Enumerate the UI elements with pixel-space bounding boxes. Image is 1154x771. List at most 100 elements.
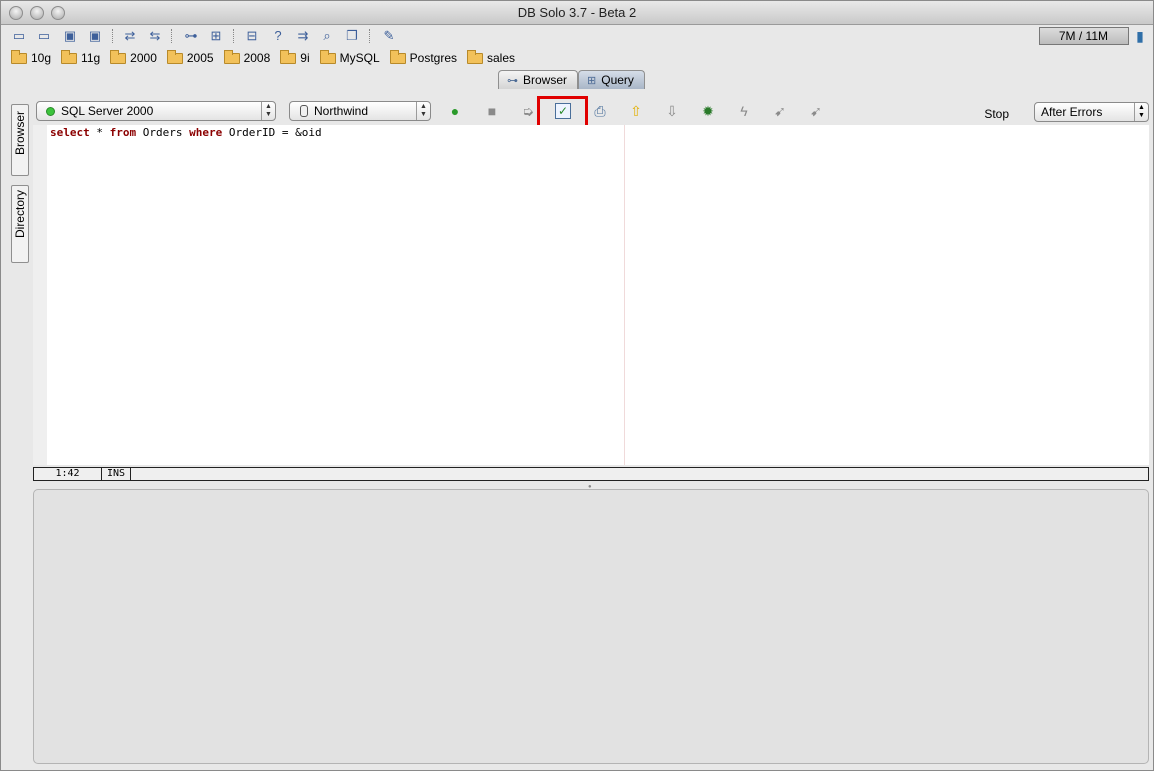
debug-icon[interactable]: ✹ bbox=[699, 102, 717, 120]
trash-icon[interactable]: ▮ bbox=[1133, 27, 1147, 45]
schema-icon[interactable]: ⊟ bbox=[244, 28, 260, 44]
tree-icon: ⊶ bbox=[507, 74, 518, 87]
connection-value: SQL Server 2000 bbox=[61, 104, 154, 118]
up-arrow-icon[interactable]: ⇧ bbox=[627, 102, 645, 120]
search-icon[interactable]: ⌕ bbox=[319, 28, 335, 44]
bookmark-item[interactable]: 2000 bbox=[110, 49, 157, 67]
flash-icon[interactable]: ϟ bbox=[735, 102, 753, 120]
export-icon[interactable]: ➭ bbox=[519, 102, 537, 120]
compare-icon[interactable]: ⇉ bbox=[295, 28, 311, 44]
sql-keyword: select bbox=[50, 126, 90, 139]
bookmark-label: 2000 bbox=[130, 51, 157, 65]
sql-keyword: from bbox=[109, 126, 137, 139]
tab-browser[interactable]: ⊶ Browser bbox=[498, 70, 579, 89]
open-recent-icon[interactable]: ▭ bbox=[36, 28, 52, 44]
bookmark-label: 2005 bbox=[186, 51, 214, 65]
query-panel: SQL Server 2000 ▲ ▼ Northwind ▲ ▼ ● ■ ➭ ✓ … bbox=[33, 96, 1149, 483]
side-tab-directory[interactable]: Directory bbox=[11, 185, 29, 263]
toolbar-separator bbox=[112, 29, 113, 43]
title-bar: DB Solo 3.7 - Beta 2 bbox=[1, 1, 1153, 25]
edit-icon[interactable]: ✎ bbox=[381, 28, 397, 44]
sql-fragment: * bbox=[89, 126, 110, 139]
chevron-updown-icon: ▲ ▼ bbox=[261, 102, 275, 120]
view-tabs: ⊶ Browser ⊞ Query bbox=[498, 70, 645, 89]
split-pane-divider[interactable]: ● bbox=[33, 484, 1149, 490]
app-window: DB Solo 3.7 - Beta 2 ▭ ▭ ▣ ▣ ⇄ ⇆ ⊶ ⊞ ⊟ ?… bbox=[0, 0, 1154, 771]
commit-icon[interactable]: ✓ bbox=[555, 103, 571, 119]
chevron-updown-icon: ▲ ▼ bbox=[416, 102, 430, 120]
bookmark-label: 10g bbox=[31, 51, 52, 65]
chevron-updown-icon: ▲ ▼ bbox=[1134, 103, 1148, 121]
margin-line bbox=[624, 125, 625, 465]
stop-label: Stop bbox=[984, 107, 1009, 121]
folder-icon bbox=[110, 49, 127, 64]
folder-icon bbox=[319, 49, 336, 64]
folder-icon bbox=[389, 49, 406, 64]
bookmark-label: Postgres bbox=[409, 51, 457, 65]
sql-fragment: Orders bbox=[136, 126, 190, 139]
bookmark-label: 11g bbox=[81, 51, 101, 65]
step-over-icon[interactable]: ➹ bbox=[807, 102, 825, 120]
save-all-icon[interactable]: ▣ bbox=[87, 28, 103, 44]
stop-icon[interactable]: ■ bbox=[483, 102, 501, 120]
toolbar-separator bbox=[233, 29, 234, 43]
side-tab-label: Browser bbox=[13, 111, 27, 156]
folder-icon bbox=[280, 49, 297, 64]
stop-mode-value: After Errors bbox=[1041, 105, 1103, 119]
folder-icon bbox=[166, 49, 183, 64]
side-tab-browser[interactable]: Browser bbox=[11, 104, 29, 176]
toolbar-separator bbox=[369, 29, 370, 43]
connection-select[interactable]: SQL Server 2000 ▲ ▼ bbox=[36, 101, 276, 121]
main-toolbar: ▭ ▭ ▣ ▣ ⇄ ⇆ ⊶ ⊞ ⊟ ? ⇉ ⌕ ❐ ✎ bbox=[1, 25, 1153, 47]
open-folder-icon[interactable]: ▭ bbox=[11, 28, 27, 44]
connect-icon[interactable]: ⇄ bbox=[122, 28, 138, 44]
toolbar-separator bbox=[171, 29, 172, 43]
sql-text[interactable]: select * from Orders where OrderID = &oi… bbox=[50, 126, 322, 139]
bookmark-label: 2008 bbox=[243, 51, 271, 65]
bookmark-label: 9i bbox=[300, 51, 310, 65]
database-value: Northwind bbox=[314, 104, 369, 118]
bookmark-item[interactable]: 11g bbox=[61, 49, 100, 67]
bookmark-item[interactable]: 9i bbox=[280, 49, 310, 67]
database-icon bbox=[300, 105, 308, 117]
bookmark-item[interactable]: Postgres bbox=[389, 49, 457, 67]
disconnect-icon[interactable]: ⇆ bbox=[147, 28, 163, 44]
tab-query[interactable]: ⊞ Query bbox=[578, 70, 645, 89]
bookmark-label: MySQL bbox=[339, 51, 380, 65]
sql-editor[interactable]: select * from Orders where OrderID = &oi… bbox=[33, 125, 1149, 465]
print-icon[interactable]: ⎙ bbox=[591, 102, 609, 120]
stop-mode-select[interactable]: After Errors ▲ ▼ bbox=[1034, 102, 1149, 122]
grid-icon[interactable]: ⊞ bbox=[208, 28, 224, 44]
copy-icon[interactable]: ❐ bbox=[344, 28, 360, 44]
results-panel bbox=[33, 489, 1149, 764]
connected-status-icon bbox=[46, 107, 55, 116]
bookmark-item[interactable]: 10g bbox=[11, 49, 51, 67]
folder-icon bbox=[11, 49, 27, 64]
tab-label: Browser bbox=[523, 73, 568, 87]
sql-fragment: OrderID = &oid bbox=[222, 126, 322, 139]
insert-mode: INS bbox=[102, 468, 131, 480]
help-query-icon[interactable]: ? bbox=[270, 28, 286, 44]
down-arrow-icon[interactable]: ⇩ bbox=[663, 102, 681, 120]
tree-icon[interactable]: ⊶ bbox=[183, 28, 199, 44]
bookmark-bar: 10g 11g 2000 2005 2008 9i MySQL Postgres… bbox=[11, 49, 515, 67]
folder-icon bbox=[61, 49, 78, 64]
side-tab-label: Directory bbox=[13, 190, 27, 239]
grid-icon: ⊞ bbox=[587, 74, 597, 87]
editor-status-bar: 1:42 INS bbox=[33, 467, 1149, 481]
bookmark-label: sales bbox=[487, 51, 516, 65]
step-icon[interactable]: ➹ bbox=[771, 102, 789, 120]
save-icon[interactable]: ▣ bbox=[62, 28, 78, 44]
cursor-position: 1:42 bbox=[34, 468, 102, 480]
folder-icon bbox=[223, 49, 240, 64]
bookmark-item[interactable]: sales bbox=[467, 49, 515, 67]
folder-icon bbox=[467, 49, 483, 64]
bookmark-item[interactable]: MySQL bbox=[319, 49, 380, 67]
run-icon[interactable]: ● bbox=[446, 102, 464, 120]
database-select[interactable]: Northwind ▲ ▼ bbox=[289, 101, 431, 121]
memory-indicator[interactable]: 7M / 11M bbox=[1039, 27, 1129, 45]
tab-label: Query bbox=[601, 73, 634, 87]
window-title: DB Solo 3.7 - Beta 2 bbox=[517, 5, 637, 20]
bookmark-item[interactable]: 2005 bbox=[166, 49, 214, 67]
bookmark-item[interactable]: 2008 bbox=[223, 49, 271, 67]
